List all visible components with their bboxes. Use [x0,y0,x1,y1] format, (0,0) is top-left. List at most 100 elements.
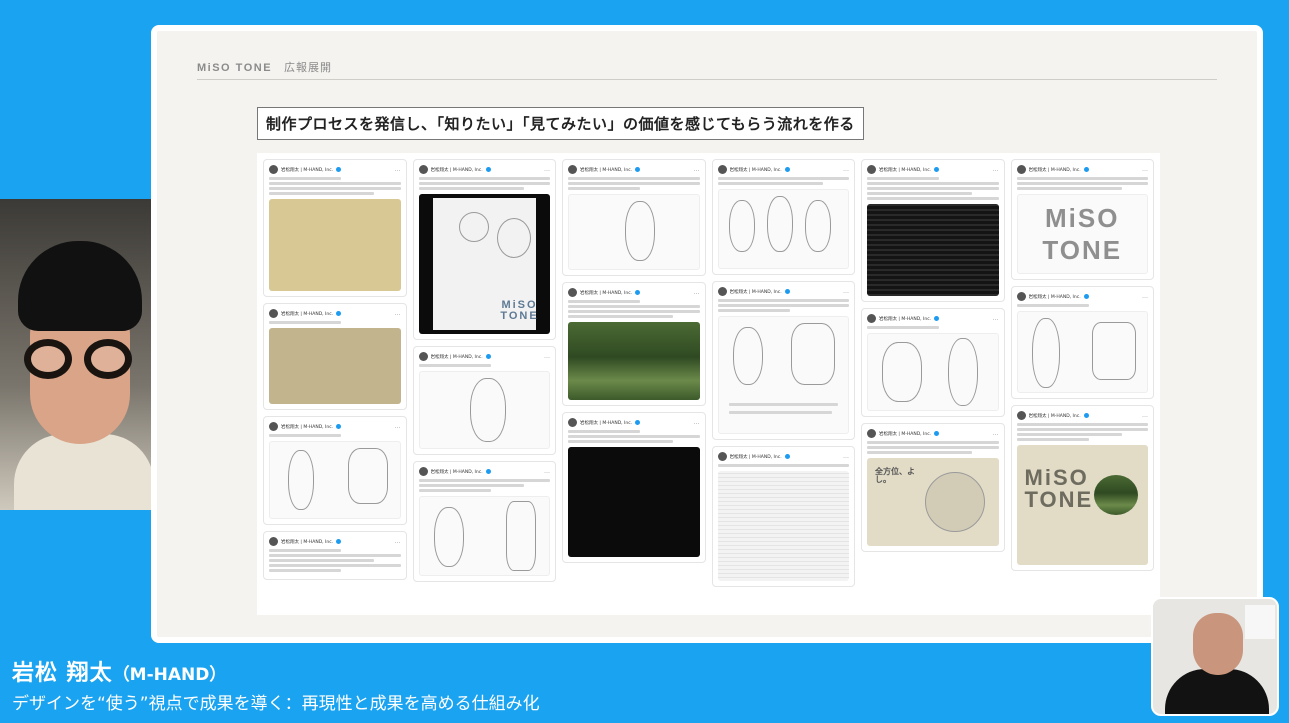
post-author: 岩松翔太 | M-HAND, Inc. [879,167,932,173]
more-options-icon: … [394,309,401,317]
header-divider [197,79,1217,80]
verified-badge-icon [635,290,641,295]
verified-badge-icon [784,289,790,294]
verified-badge-icon [784,167,790,172]
avatar [1016,165,1026,174]
post-card: 岩松翔太 | M-HAND, Inc. … [263,159,407,297]
avatar [418,467,428,476]
avatar [717,452,727,461]
post-card: 岩松翔太 | M-HAND, Inc. … [562,412,706,563]
more-options-icon: … [992,165,999,173]
avatar [269,309,278,318]
speaker-video-left [0,199,151,510]
avatar [1016,411,1026,420]
post-card: 岩松翔太 | M-HAND, Inc. … MiSO TONE [1010,405,1154,571]
post-image [269,328,401,404]
avatar [568,288,577,297]
avatar [568,418,577,427]
more-options-icon: … [843,165,849,173]
verified-badge-icon [934,167,940,172]
post-author: 岩松翔太 | M-HAND, Inc. [1028,413,1081,419]
post-card: 岩松翔太 | M-HAND, Inc.… [711,281,855,440]
avatar [269,422,278,431]
more-options-icon: … [1142,411,1148,419]
posts-column-4: 岩松翔太 | M-HAND, Inc. … 岩松翔太 | M-HAND, Inc.… [711,159,855,609]
verified-badge-icon [784,454,790,459]
wordmark-sketch: MiSO TONE [500,299,539,322]
post-image [568,194,700,270]
post-author: 岩松翔太 | M-HAND, Inc. [729,167,782,173]
posts-column-1: 岩松翔太 | M-HAND, Inc. … 岩松翔太 | M-HAND, Inc.… [263,159,407,609]
verified-badge-icon [934,431,940,436]
post-video: MiSO TONE [418,194,550,334]
more-options-icon: … [544,352,550,360]
post-author: 岩松翔太 | M-HAND, Inc. [729,454,782,460]
brand-label: MiSO TONE [197,62,273,74]
avatar [568,165,577,174]
slide-header: MiSO TONE 広報展開 [197,59,332,75]
post-image [568,322,700,400]
post-card: 岩松翔太 | M-HAND, Inc.… [861,308,1005,417]
avatar [867,165,876,174]
avatar [867,314,876,323]
post-author: 岩松翔太 | M-HAND, Inc. [281,424,334,430]
verified-badge-icon [336,311,342,316]
post-image [1016,311,1148,393]
post-image [717,189,849,269]
speaker-name-text: 岩松 翔太 [12,661,113,686]
post-author: 岩松翔太 | M-HAND, Inc. [879,431,932,437]
verified-badge-icon [1083,413,1089,418]
avatar [867,429,876,438]
post-card: 岩松翔太 | M-HAND, Inc.… [562,159,706,276]
post-image [867,333,999,411]
more-options-icon: … [544,165,550,173]
more-options-icon: … [992,429,999,437]
post-image [717,316,849,434]
post-author: 岩松翔太 | M-HAND, Inc. [430,354,483,360]
post-card: 岩松翔太 | M-HAND, Inc. … 全方位、よし。 [861,423,1005,552]
avatar [269,165,278,174]
avatar [717,287,727,296]
poster-headline: 全方位、よし。 [875,467,915,484]
verified-badge-icon [336,539,342,544]
post-card: 岩松翔太 | M-HAND, Inc.… [562,282,706,406]
post-author: 岩松翔太 | M-HAND, Inc. [580,290,633,296]
verified-badge-icon [1083,167,1089,172]
poster-photo [1094,475,1138,515]
verified-badge-icon [1083,294,1089,299]
more-options-icon: … [394,165,401,173]
post-author: 岩松翔太 | M-HAND, Inc. [430,469,483,475]
post-author: 岩松翔太 | M-HAND, Inc. [580,420,633,426]
post-image [418,371,550,449]
more-options-icon: … [544,467,550,475]
post-image: MiSO TONE [1016,445,1148,565]
verified-badge-icon [485,167,491,172]
post-card: 岩松翔太 | M-HAND, Inc. … [263,416,407,525]
verified-badge-icon [635,420,641,425]
speaker-org: （M-HAND） [112,665,227,685]
avatar [1016,292,1026,301]
post-author: 岩松翔太 | M-HAND, Inc. [1028,167,1081,173]
post-author: 岩松翔太 | M-HAND, Inc. [281,167,334,173]
verified-badge-icon [336,167,342,172]
more-options-icon: … [693,418,700,426]
post-image [269,199,401,291]
more-options-icon: … [394,537,401,545]
verified-badge-icon [934,316,940,321]
post-image: 全方位、よし。 [867,458,999,546]
post-image [269,441,401,519]
social-posts-grid: 岩松翔太 | M-HAND, Inc. … 岩松翔太 | M-HAND, Inc.… [257,153,1160,615]
post-image [867,204,999,296]
post-author: 岩松翔太 | M-HAND, Inc. [580,167,633,173]
wordmark-tone: TONE [1042,235,1123,265]
post-card: 岩松翔太 | M-HAND, Inc. … [412,461,556,582]
more-options-icon: … [843,287,849,295]
section-label: 広報展開 [284,62,333,74]
presentation-slide: MiSO TONE 広報展開 制作プロセスを発信し、「知りたい」「見てみたい」の価… [151,25,1263,643]
post-card: 岩松翔太 | M-HAND, Inc. … [711,159,855,275]
post-card: 岩松翔太 | M-HAND, Inc. … MiSO TONE [412,159,556,340]
more-options-icon: … [394,422,401,430]
post-image [418,496,550,576]
more-options-icon: … [1142,292,1148,300]
avatar [418,165,428,174]
